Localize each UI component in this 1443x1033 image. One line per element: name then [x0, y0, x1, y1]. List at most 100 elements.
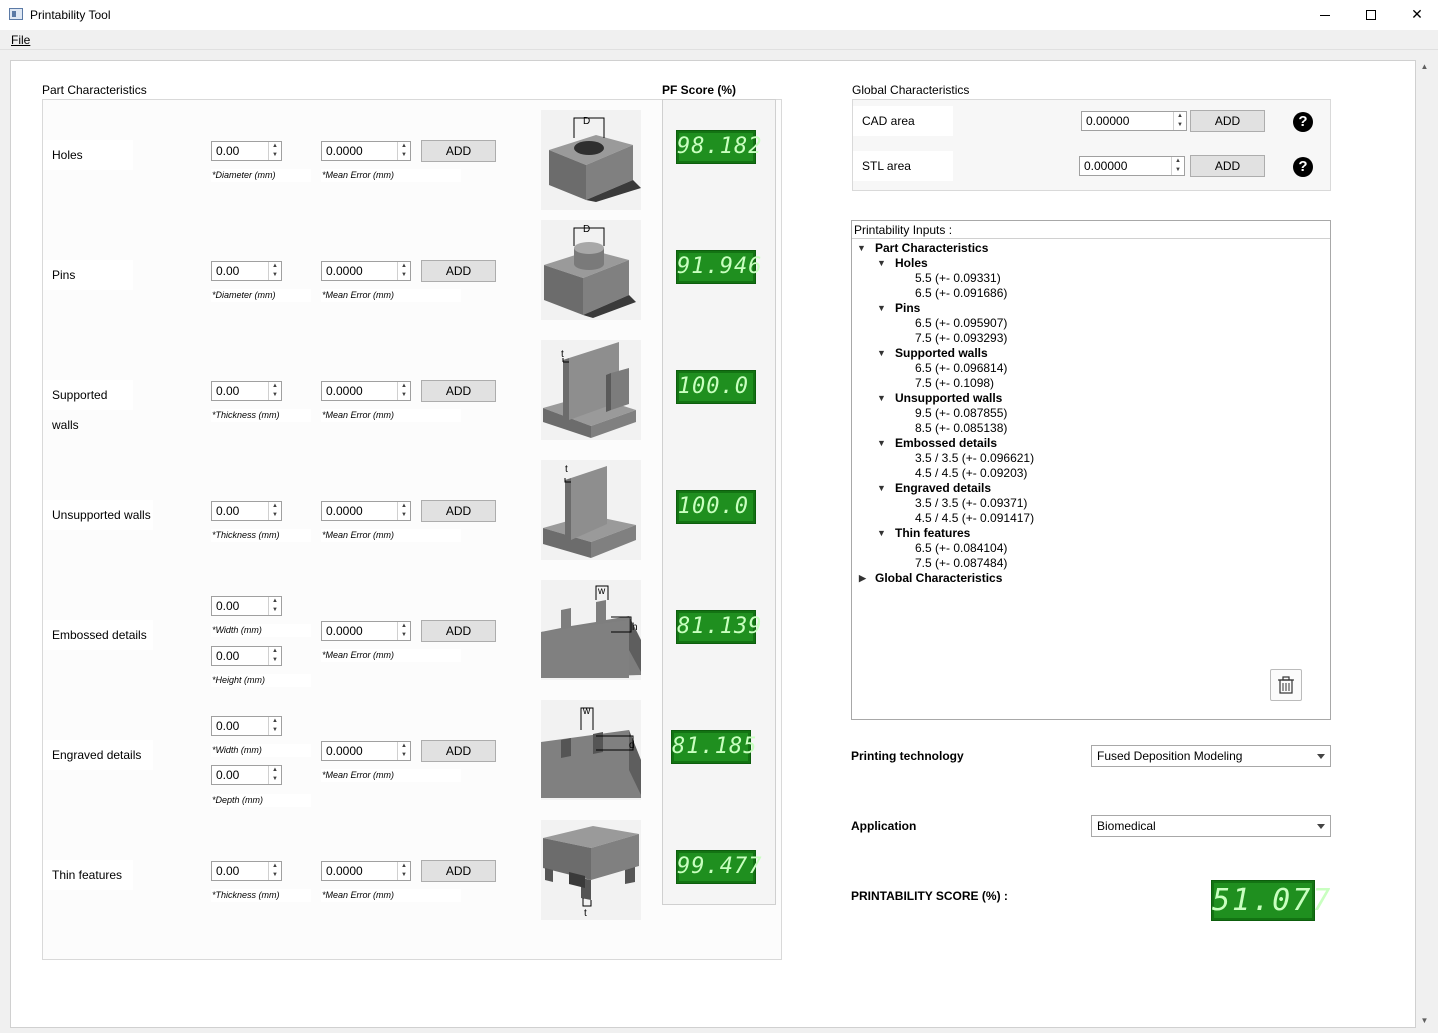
tree-leaf[interactable]: 9.5 (+- 0.087855)	[915, 406, 1007, 421]
spin-down-icon[interactable]: ▼	[269, 151, 281, 160]
spin-up-icon[interactable]: ▲	[398, 862, 410, 871]
tree-leaf[interactable]: 6.5 (+- 0.091686)	[915, 286, 1007, 301]
close-button[interactable]: ✕	[1394, 0, 1440, 30]
expand-caret-icon[interactable]: ▼	[877, 436, 886, 451]
tree-leaf[interactable]: 6.5 (+- 0.095907)	[915, 316, 1007, 331]
supported-walls-add-button[interactable]: ADD	[421, 380, 496, 402]
engraved-width-input[interactable]: 0.00 ▲ ▼	[211, 716, 282, 736]
spin-down-icon[interactable]: ▼	[398, 751, 410, 760]
pins-diameter-input[interactable]: 0.00 ▲ ▼	[211, 261, 282, 281]
scroll-down-icon[interactable]: ▼	[1416, 1014, 1433, 1028]
supported-walls-thickness-input[interactable]: 0.00 ▲ ▼	[211, 381, 282, 401]
unsupported-walls-thickness-input[interactable]: 0.00 ▲ ▼	[211, 501, 282, 521]
stl-area-help-icon[interactable]: ?	[1293, 157, 1313, 177]
spin-up-icon[interactable]: ▲	[398, 262, 410, 271]
spin-down-icon[interactable]: ▼	[269, 606, 281, 615]
spin-down-icon[interactable]: ▼	[398, 511, 410, 520]
tree-node-supported-walls[interactable]: ▼ Supported walls	[877, 346, 988, 361]
tree-leaf[interactable]: 3.5 / 3.5 (+- 0.09371)	[915, 496, 1027, 511]
tree-leaf[interactable]: 3.5 / 3.5 (+- 0.096621)	[915, 451, 1034, 466]
spin-down-icon[interactable]: ▼	[1172, 166, 1184, 175]
embossed-error-input[interactable]: 0.0000 ▲ ▼	[321, 621, 411, 641]
unsupported-walls-error-input[interactable]: 0.0000 ▲ ▼	[321, 501, 411, 521]
spin-up-icon[interactable]: ▲	[1172, 157, 1184, 166]
spin-down-icon[interactable]: ▼	[269, 511, 281, 520]
holes-add-button[interactable]: ADD	[421, 140, 496, 162]
tree-leaf[interactable]: 6.5 (+- 0.096814)	[915, 361, 1007, 376]
spin-up-icon[interactable]: ▲	[269, 862, 281, 871]
expand-caret-icon[interactable]: ▼	[877, 256, 886, 271]
unsupported-walls-add-button[interactable]: ADD	[421, 500, 496, 522]
spin-down-icon[interactable]: ▼	[398, 871, 410, 880]
tree-node-engraved-details[interactable]: ▼ Engraved details	[877, 481, 991, 496]
spin-down-icon[interactable]: ▼	[398, 151, 410, 160]
stl-area-add-button[interactable]: ADD	[1190, 155, 1265, 177]
engraved-add-button[interactable]: ADD	[421, 740, 496, 762]
cad-area-help-icon[interactable]: ?	[1293, 112, 1313, 132]
spin-up-icon[interactable]: ▲	[398, 502, 410, 511]
spin-down-icon[interactable]: ▼	[398, 631, 410, 640]
tree-node-unsupported-walls[interactable]: ▼ Unsupported walls	[877, 391, 1002, 406]
spin-up-icon[interactable]: ▲	[1174, 112, 1186, 121]
spin-up-icon[interactable]: ▲	[398, 142, 410, 151]
spin-down-icon[interactable]: ▼	[269, 271, 281, 280]
spin-down-icon[interactable]: ▼	[398, 391, 410, 400]
stl-area-input[interactable]: 0.00000 ▲ ▼	[1079, 156, 1185, 176]
spin-down-icon[interactable]: ▼	[398, 271, 410, 280]
expand-caret-icon[interactable]: ▼	[877, 481, 886, 496]
spin-up-icon[interactable]: ▲	[269, 766, 281, 775]
expand-caret-icon[interactable]: ▼	[877, 526, 886, 541]
spin-up-icon[interactable]: ▲	[269, 647, 281, 656]
pins-add-button[interactable]: ADD	[421, 260, 496, 282]
embossed-width-input[interactable]: 0.00 ▲ ▼	[211, 596, 282, 616]
expand-caret-icon[interactable]: ▼	[877, 301, 886, 316]
spin-up-icon[interactable]: ▲	[269, 502, 281, 511]
expand-caret-icon[interactable]: ▼	[857, 241, 866, 256]
scroll-up-icon[interactable]: ▲	[1416, 60, 1433, 74]
holes-diameter-input[interactable]: 0.00 ▲ ▼	[211, 141, 282, 161]
tree-leaf[interactable]: 7.5 (+- 0.1098)	[915, 376, 994, 391]
engraved-depth-input[interactable]: 0.00 ▲ ▼	[211, 765, 282, 785]
tree-node-part-characteristics[interactable]: ▼ Part Characteristics	[857, 241, 988, 256]
spin-up-icon[interactable]: ▲	[398, 382, 410, 391]
vertical-scrollbar[interactable]: ▲ ▼	[1416, 60, 1433, 1028]
tree-leaf[interactable]: 6.5 (+- 0.084104)	[915, 541, 1007, 556]
tree-node-embossed-details[interactable]: ▼ Embossed details	[877, 436, 997, 451]
tree-leaf[interactable]: 7.5 (+- 0.093293)	[915, 331, 1007, 346]
tree-node-holes[interactable]: ▼ Holes	[877, 256, 928, 271]
spin-up-icon[interactable]: ▲	[269, 717, 281, 726]
pins-error-input[interactable]: 0.0000 ▲ ▼	[321, 261, 411, 281]
spin-down-icon[interactable]: ▼	[269, 391, 281, 400]
tree-node-thin-features[interactable]: ▼ Thin features	[877, 526, 970, 541]
spin-up-icon[interactable]: ▲	[269, 597, 281, 606]
spin-down-icon[interactable]: ▼	[269, 775, 281, 784]
embossed-height-input[interactable]: 0.00 ▲ ▼	[211, 646, 282, 666]
spin-up-icon[interactable]: ▲	[269, 142, 281, 151]
tree-leaf[interactable]: 4.5 / 4.5 (+- 0.09203)	[915, 466, 1027, 481]
delete-button[interactable]	[1270, 669, 1302, 701]
cad-area-add-button[interactable]: ADD	[1190, 110, 1265, 132]
spin-up-icon[interactable]: ▲	[269, 262, 281, 271]
spin-up-icon[interactable]: ▲	[269, 382, 281, 391]
spin-up-icon[interactable]: ▲	[398, 622, 410, 631]
tree-node-global-characteristics[interactable]: ▶ Global Characteristics	[857, 571, 1002, 586]
spin-down-icon[interactable]: ▼	[269, 656, 281, 665]
tree-leaf[interactable]: 5.5 (+- 0.09331)	[915, 271, 1001, 286]
holes-error-input[interactable]: 0.0000 ▲ ▼	[321, 141, 411, 161]
tree-leaf[interactable]: 7.5 (+- 0.087484)	[915, 556, 1007, 571]
cad-area-input[interactable]: 0.00000 ▲ ▼	[1081, 111, 1187, 131]
application-select[interactable]: Biomedical	[1091, 815, 1331, 837]
thin-features-thickness-input[interactable]: 0.00 ▲ ▼	[211, 861, 282, 881]
collapse-caret-icon[interactable]: ▶	[859, 571, 866, 586]
spin-down-icon[interactable]: ▼	[269, 726, 281, 735]
engraved-error-input[interactable]: 0.0000 ▲ ▼	[321, 741, 411, 761]
tree-node-pins[interactable]: ▼ Pins	[877, 301, 920, 316]
expand-caret-icon[interactable]: ▼	[877, 346, 886, 361]
embossed-add-button[interactable]: ADD	[421, 620, 496, 642]
spin-down-icon[interactable]: ▼	[269, 871, 281, 880]
minimize-button[interactable]	[1302, 0, 1348, 30]
expand-caret-icon[interactable]: ▼	[877, 391, 886, 406]
menu-file[interactable]: File	[11, 33, 30, 47]
tree-leaf[interactable]: 8.5 (+- 0.085138)	[915, 421, 1007, 436]
supported-walls-error-input[interactable]: 0.0000 ▲ ▼	[321, 381, 411, 401]
